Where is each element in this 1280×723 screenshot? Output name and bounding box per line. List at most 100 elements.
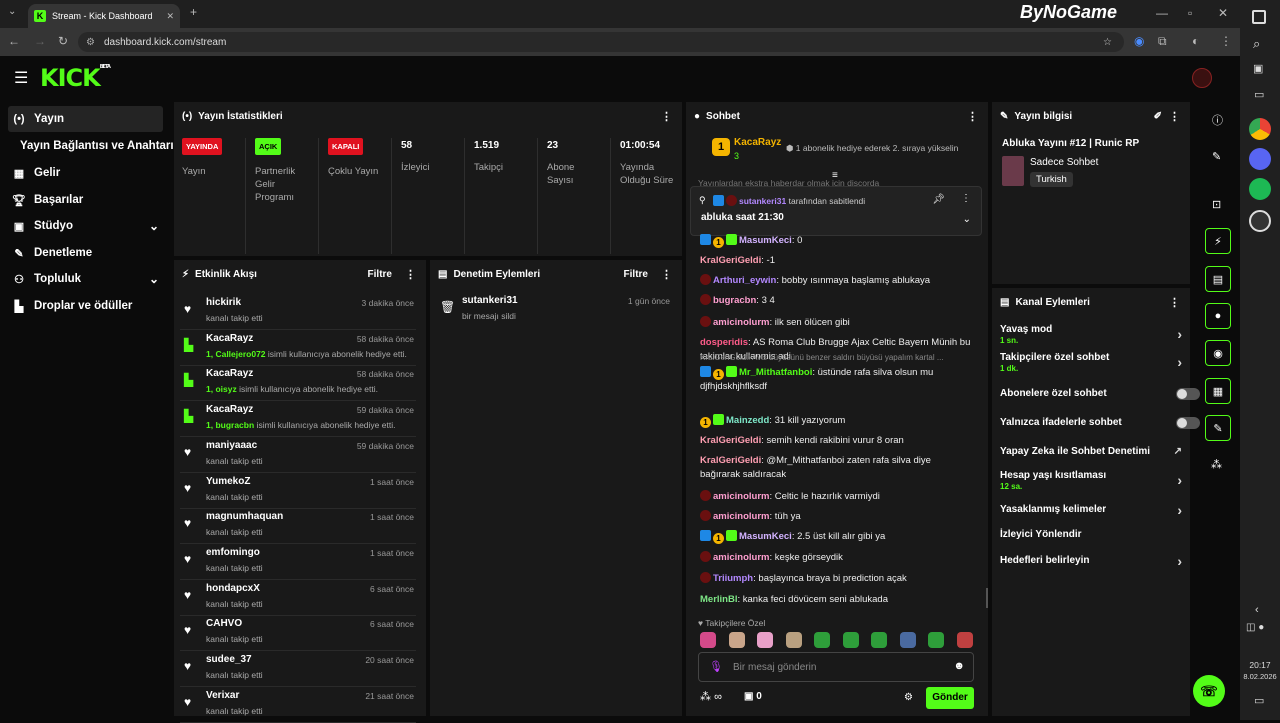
chat-message[interactable]: KralGeriGeldi: Avis büyüsünü benzer sald… xyxy=(700,353,972,394)
activity-item[interactable]: ♥ magnumhaquan 1 saat önce kanalı takip ett… xyxy=(180,508,416,545)
back-icon[interactable]: ← xyxy=(8,34,20,48)
emote-icon[interactable] xyxy=(871,632,887,648)
sidebar-item-droplar[interactable]: ▙ Droplar ve ödüller xyxy=(8,293,163,319)
taskbar-date[interactable]: 8.02.2026 xyxy=(1240,672,1280,681)
chat-username[interactable]: amicinolurm xyxy=(713,552,770,563)
chevron-right-icon[interactable]: › xyxy=(1177,326,1182,342)
hamburger-menu-icon[interactable]: ☰ xyxy=(14,68,28,88)
sidebar-item-gelir[interactable]: ▦ Gelir xyxy=(8,160,163,186)
spotify-icon[interactable] xyxy=(1249,178,1271,200)
activity-item[interactable]: ♥ YumekoZ 1 saat önce kanalı takip etti xyxy=(180,473,416,509)
chat-settings-icon[interactable]: ⚙ xyxy=(904,692,913,703)
emoji-icon[interactable]: ☻ xyxy=(953,660,965,672)
activity-item[interactable]: ▙ KacaRayz 59 dakika önce 1, bugracbn isiml… xyxy=(180,401,416,438)
chat-message[interactable]: KralGeriGeldi: @Mr_Mithatfanboi zaten ra… xyxy=(700,454,972,482)
sidebar-item-stream-key[interactable]: Yayın Bağlantısı ve Anahtarı xyxy=(16,133,176,159)
kick-logo[interactable]: KICKBETA xyxy=(40,64,111,92)
filter-button[interactable]: Filtre xyxy=(368,269,392,280)
unpin-icon[interactable]: 📌︎ xyxy=(932,194,945,205)
more-options-icon[interactable]: ⋮ xyxy=(1169,110,1180,123)
pinned-more-icon[interactable]: ⋮ xyxy=(961,193,971,204)
moderation-item[interactable]: 🗑︎ sutankeri31 1 gün önce bir mesajı sil… xyxy=(436,292,672,328)
site-info-icon[interactable]: ⚙ xyxy=(86,37,95,48)
chat-message[interactable]: 1 MasumKeci: 2.5 üst kill alır gibi ya xyxy=(700,530,972,544)
profile-icon[interactable]: ◐ xyxy=(1192,34,1199,48)
start-icon[interactable] xyxy=(1252,10,1266,24)
emote-icon[interactable] xyxy=(757,632,773,648)
emote-icon[interactable] xyxy=(785,632,802,648)
chevron-right-icon[interactable]: › xyxy=(1177,553,1182,569)
pencil-icon[interactable]: ✎ xyxy=(1212,150,1221,163)
chat-message[interactable]: KralGeriGeldi: semih kendi rakibini vuru… xyxy=(700,434,972,448)
chrome-icon[interactable] xyxy=(1249,118,1271,140)
chat-username[interactable]: MerlinBl xyxy=(700,594,737,605)
chevron-right-icon[interactable]: › xyxy=(1177,502,1182,518)
chat-message[interactable]: Arthuri_eywin: bobby ısınmaya başlamış a… xyxy=(700,274,972,288)
maximize-icon[interactable]: ▫ xyxy=(1188,6,1192,20)
sidebar-item-topluluk[interactable]: ⚇ Topluluk ⌄ xyxy=(8,266,163,292)
emote-icon[interactable] xyxy=(928,632,944,648)
quick-action-notes[interactable]: ▤ xyxy=(1205,266,1231,292)
chevron-left-icon[interactable]: ‹ xyxy=(1255,604,1259,616)
info-icon[interactable]: ⓘ xyxy=(1212,112,1223,128)
toggle-switch[interactable] xyxy=(1176,388,1200,400)
channel-action-item[interactable]: Takipçilere özel sohbet 1 dk. › xyxy=(1000,352,1182,373)
emote-icon[interactable] xyxy=(728,632,745,648)
chat-username[interactable]: MasumKeci xyxy=(739,235,792,246)
user-avatar[interactable] xyxy=(1192,68,1212,88)
activity-item[interactable]: ▙ KacaRayz 58 dakika önce 1, oisyz isimli k… xyxy=(180,365,416,402)
activity-item[interactable]: ▙ KacaRayz 58 dakika önce 1, Callejero072 i… xyxy=(180,330,416,366)
emote-icon[interactable] xyxy=(956,632,973,648)
chat-message[interactable]: Triiumph: başlayınca braya bi prediction… xyxy=(700,572,972,586)
sidebar-item-yayin[interactable]: (•) Yayın xyxy=(8,106,163,132)
top-gifter-name[interactable]: KacaRayz xyxy=(734,137,781,148)
more-options-icon[interactable]: ⋮ xyxy=(405,268,416,281)
chat-username[interactable]: dosperidis xyxy=(700,337,748,348)
sidebar-item-basarilar[interactable]: 🏆︎ Başarılar xyxy=(8,187,163,213)
chat-username[interactable]: KralGeriGeldi xyxy=(700,255,761,266)
support-chat-button[interactable]: ☏ xyxy=(1193,675,1225,707)
more-options-icon[interactable]: ⋮ xyxy=(661,110,672,123)
discord-icon[interactable] xyxy=(1249,148,1271,170)
chat-message[interactable]: MerlinBl: kanka feci dövücem seni abluka… xyxy=(700,593,972,607)
stream-category[interactable]: Sadece Sohbet xyxy=(1030,157,1098,168)
activity-item[interactable]: ♥ Verixar 21 saat önce kanalı takip etti xyxy=(180,687,416,723)
chat-username[interactable]: amicinolurm xyxy=(713,491,770,502)
channel-action-item[interactable]: İzleyici Yönlendir xyxy=(1000,529,1180,540)
chat-username[interactable]: KralGeriGeldi xyxy=(700,455,761,466)
emote-icon[interactable] xyxy=(700,632,716,648)
chat-scrollbar[interactable] xyxy=(986,588,988,608)
channel-action-item[interactable]: Abonelere özel sohbet xyxy=(1000,388,1200,400)
microphone-icon[interactable]: 🎙︎ xyxy=(709,660,723,673)
external-link-icon[interactable]: ↗ xyxy=(1174,446,1182,457)
activity-item[interactable]: ♥ hickirik 3 dakika önce kanalı takip etti xyxy=(180,294,416,330)
channel-action-item[interactable]: Yavaş mod 1 sn. › xyxy=(1000,324,1182,345)
forward-icon[interactable]: → xyxy=(34,34,46,48)
quick-action-broadcast[interactable]: ◉ xyxy=(1205,340,1231,366)
tray-icons[interactable]: ◫ ● xyxy=(1246,622,1264,633)
browser-menu-icon[interactable]: ⋮ xyxy=(1220,34,1232,48)
search-icon[interactable]: ⌕ xyxy=(1253,36,1260,52)
minimize-icon[interactable]: — xyxy=(1156,6,1168,20)
chat-message[interactable]: bugracbn: 3 4 xyxy=(700,294,972,308)
toggle-switch[interactable] xyxy=(1176,417,1200,429)
extensions-puzzle-icon[interactable]: ⧉ xyxy=(1158,34,1167,49)
close-window-icon[interactable]: ✕ xyxy=(1218,6,1228,20)
quick-action-layout[interactable]: ▦ xyxy=(1205,378,1231,404)
channel-action-item[interactable]: Hedefleri belirleyin › xyxy=(1000,553,1182,569)
chevron-down-icon[interactable]: ⌄ xyxy=(963,214,971,225)
more-options-icon[interactable]: ⋮ xyxy=(967,110,978,123)
notification-icon[interactable]: ▭ xyxy=(1254,694,1264,707)
channel-points[interactable]: ⁂ ∞ xyxy=(700,690,722,703)
stream-tag[interactable]: Turkish xyxy=(1030,172,1073,187)
chat-message[interactable]: amicinolurm: tüh ya xyxy=(700,510,972,524)
send-button[interactable]: Gönder xyxy=(926,687,974,709)
chevron-right-icon[interactable]: › xyxy=(1177,472,1182,488)
new-tab-icon[interactable]: + xyxy=(190,5,197,19)
close-tab-icon[interactable]: ✕ xyxy=(166,11,174,22)
chat-username[interactable]: bugracbn xyxy=(713,295,756,306)
channel-action-item[interactable]: Yapay Zeka ile Sohbet Denetimi ↗ xyxy=(1000,446,1182,457)
file-explorer-icon[interactable]: ▭ xyxy=(1254,88,1264,101)
emote-icon[interactable] xyxy=(899,632,916,648)
filter-button[interactable]: Filtre xyxy=(624,269,648,280)
